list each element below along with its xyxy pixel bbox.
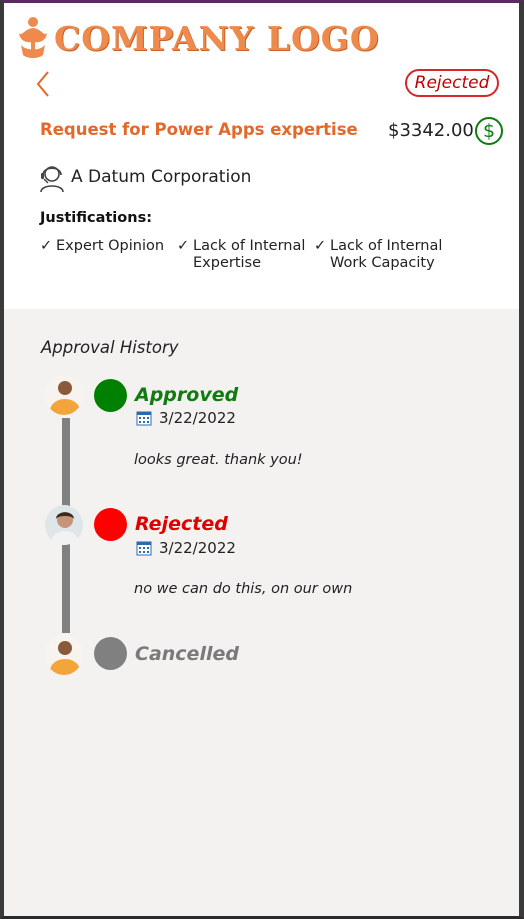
approver-avatar (45, 505, 83, 545)
status-badge: Rejected (405, 69, 499, 97)
person-avatar-icon (45, 635, 83, 675)
vendor-contact-icon (40, 166, 64, 193)
approver-avatar (45, 635, 83, 675)
history-comment: looks great. thank you! (134, 452, 303, 468)
back-button[interactable] (34, 69, 54, 99)
justification-text: Lack of Internal Expertise (193, 238, 306, 271)
chevron-left-icon (36, 71, 49, 97)
status-dot-approved (94, 379, 127, 412)
justification-text: Lack of Internal Work Capacity (330, 238, 443, 271)
justifications-label: Justifications: (40, 210, 152, 226)
approval-history-title: Approval History (41, 338, 179, 357)
history-status: Approved (135, 384, 239, 406)
dollar-icon: $ (475, 117, 503, 145)
logo-emblem-icon (19, 17, 47, 58)
request-amount: $3342.00 (388, 120, 474, 141)
request-summary-panel: COMPANY LOGO Rejected Request for Power … (4, 3, 519, 309)
person-avatar-icon (45, 505, 83, 545)
company-logo: COMPANY LOGO (16, 13, 380, 63)
person-avatar-icon (45, 375, 83, 415)
checkmark-icon: ✓ (314, 238, 327, 254)
status-dot-cancelled (94, 637, 127, 670)
request-title: Request for Power Apps expertise (40, 120, 358, 139)
calendar-icon (136, 411, 152, 426)
vendor-name: A Datum Corporation (71, 167, 252, 187)
history-date: 3/22/2022 (159, 409, 236, 427)
approver-avatar (45, 375, 83, 415)
history-status: Rejected (135, 513, 228, 535)
checkmark-icon: ✓ (40, 238, 53, 254)
app-frame: COMPANY LOGO Rejected Request for Power … (0, 0, 524, 919)
history-status: Cancelled (135, 643, 239, 665)
logo-text: COMPANY LOGO (54, 18, 380, 58)
justification-text: Expert Opinion (56, 238, 165, 254)
history-date-row: 3/22/2022 (136, 539, 236, 557)
calendar-icon (136, 541, 152, 556)
history-comment: no we can do this, on our own (134, 581, 353, 597)
justification-item: ✓ Lack of Internal Expertise (177, 238, 305, 272)
justification-item: ✓ Lack of Internal Work Capacity (314, 238, 442, 272)
justification-item: ✓ Expert Opinion (40, 238, 164, 255)
history-date-row: 3/22/2022 (136, 409, 236, 427)
status-dot-rejected (94, 508, 127, 541)
history-date: 3/22/2022 (159, 539, 236, 557)
checkmark-icon: ✓ (177, 238, 190, 254)
